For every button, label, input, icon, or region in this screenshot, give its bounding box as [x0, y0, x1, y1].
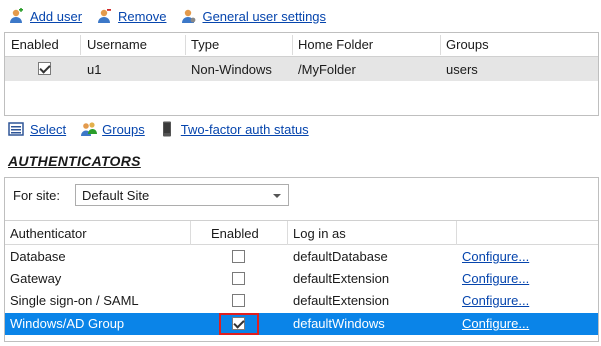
user-toolbar: Add user Remove General user settings: [8, 7, 340, 25]
user-settings-icon: [180, 8, 196, 24]
login-as-cell: defaultDatabase: [293, 249, 388, 264]
configure-link[interactable]: Configure...: [462, 271, 529, 286]
authenticators-table-header: Authenticator Enabled Log in as: [5, 221, 598, 245]
general-user-settings-button[interactable]: General user settings: [180, 8, 326, 24]
user-remove-icon: [96, 8, 112, 24]
secondary-toolbar: Select Groups Two-factor auth status: [8, 120, 323, 138]
list-icon: [8, 121, 24, 137]
remove-label[interactable]: Remove: [118, 9, 166, 24]
site-select-value: Default Site: [82, 188, 150, 203]
enabled-checkbox[interactable]: [232, 317, 245, 330]
col-groups[interactable]: Groups: [446, 37, 489, 52]
home-folder-cell: /MyFolder: [298, 62, 356, 77]
enabled-checkbox[interactable]: [232, 294, 245, 307]
username-cell: u1: [87, 62, 102, 77]
col-type[interactable]: Type: [191, 37, 219, 52]
select-label[interactable]: Select: [30, 122, 66, 137]
authenticators-panel: For site: Default Site Authenticator Ena…: [4, 177, 599, 342]
groups-icon: [80, 121, 98, 137]
user-add-icon: [8, 8, 24, 24]
table-row[interactable]: Single sign-on / SAML defaultExtension C…: [5, 290, 598, 312]
chevron-down-icon[interactable]: [273, 194, 281, 198]
add-user-button[interactable]: Add user: [8, 8, 82, 24]
table-row[interactable]: u1 Non-Windows /MyFolder users: [5, 57, 598, 81]
groups-button[interactable]: Groups: [80, 121, 145, 137]
configure-link[interactable]: Configure...: [462, 249, 529, 264]
phone-icon: [159, 121, 175, 137]
general-user-settings-label[interactable]: General user settings: [202, 9, 326, 24]
add-user-label[interactable]: Add user: [30, 9, 82, 24]
two-factor-auth-button[interactable]: Two-factor auth status: [159, 121, 309, 137]
authenticator-name: Windows/AD Group: [10, 316, 125, 331]
remove-button[interactable]: Remove: [96, 8, 166, 24]
authenticator-name: Gateway: [10, 271, 62, 286]
col-username[interactable]: Username: [87, 37, 147, 52]
authenticators-heading: AUTHENTICATORS: [8, 153, 141, 169]
authenticators-table: Authenticator Enabled Log in as Database…: [5, 220, 598, 342]
groups-cell: users: [446, 62, 478, 77]
groups-label[interactable]: Groups: [102, 122, 145, 137]
table-row[interactable]: Gateway defaultExtension Configure...: [5, 268, 598, 290]
for-site-label: For site:: [13, 188, 60, 203]
col-log-in-as[interactable]: Log in as: [293, 226, 346, 241]
enabled-checkbox[interactable]: [232, 250, 245, 263]
authenticator-name: Single sign-on / SAML: [10, 293, 139, 308]
type-cell: Non-Windows: [191, 62, 272, 77]
login-as-cell: defaultExtension: [293, 271, 390, 286]
configure-link[interactable]: Configure...: [462, 293, 529, 308]
col-enabled[interactable]: Enabled: [11, 37, 59, 52]
select-button[interactable]: Select: [8, 121, 66, 137]
col-enabled[interactable]: Enabled: [211, 226, 259, 241]
authenticator-name: Database: [10, 249, 66, 264]
login-as-cell: defaultExtension: [293, 293, 390, 308]
enabled-checkbox[interactable]: [232, 272, 245, 285]
user-enabled-checkbox[interactable]: [38, 62, 51, 75]
site-select[interactable]: Default Site: [75, 184, 289, 206]
login-as-cell: defaultWindows: [293, 316, 385, 331]
col-home-folder[interactable]: Home Folder: [298, 37, 373, 52]
users-table: Enabled Username Type Home Folder Groups…: [4, 32, 599, 116]
configure-link[interactable]: Configure...: [462, 316, 529, 331]
table-row[interactable]: Database defaultDatabase Configure...: [5, 246, 598, 268]
two-factor-label[interactable]: Two-factor auth status: [181, 122, 309, 137]
table-row-selected[interactable]: Windows/AD Group defaultWindows Configur…: [5, 313, 598, 335]
col-authenticator[interactable]: Authenticator: [10, 226, 87, 241]
users-table-header: Enabled Username Type Home Folder Groups: [5, 33, 598, 57]
